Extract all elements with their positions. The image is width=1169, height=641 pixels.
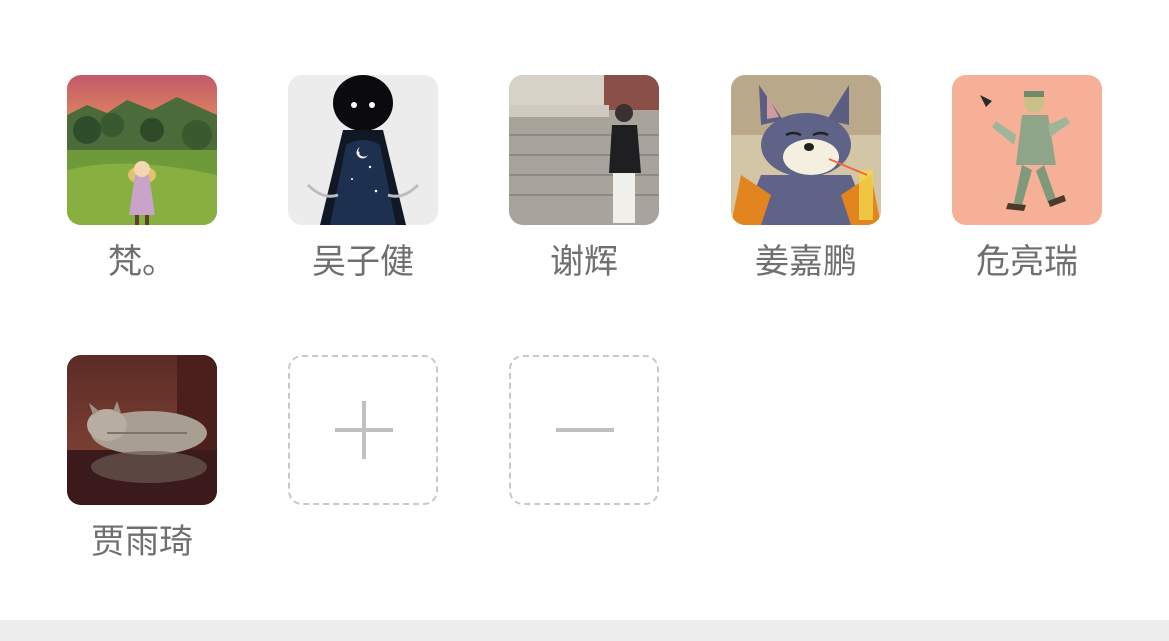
minus-icon	[556, 428, 614, 432]
member-tile[interactable]: 危亮瑞	[952, 75, 1102, 285]
member-name: 危亮瑞	[976, 242, 1078, 282]
bottom-divider-bar	[0, 620, 1169, 641]
illustrated-figure-peach-avatar[interactable]	[952, 75, 1102, 225]
silhouette-starry-sky-avatar[interactable]	[288, 75, 438, 225]
member-name: 贾雨琦	[91, 522, 193, 562]
add-member-button[interactable]	[288, 355, 438, 505]
sleeping-cat-avatar[interactable]	[67, 355, 217, 505]
member-name: 姜嘉鹏	[755, 242, 857, 282]
person-by-stone-wall-avatar[interactable]	[509, 75, 659, 225]
remove-member-button[interactable]	[509, 355, 659, 505]
member-name: 梵。	[108, 242, 176, 282]
group-members-grid: 梵。 吴子健 谢辉 姜嘉鹏 危亮瑞 贾雨琦	[0, 0, 1169, 620]
member-name: 谢辉	[550, 242, 618, 282]
member-tile[interactable]: 谢辉	[509, 75, 659, 285]
anime-girl-meadow-sunset-avatar[interactable]	[67, 75, 217, 225]
member-tile[interactable]: 贾雨琦	[67, 355, 217, 565]
member-name: 吴子健	[312, 242, 414, 282]
member-tile[interactable]: 姜嘉鹏	[731, 75, 881, 285]
plus-icon	[335, 401, 393, 459]
member-tile[interactable]: 梵。	[67, 75, 217, 285]
cartoon-cat-drinking-avatar[interactable]	[731, 75, 881, 225]
member-tile[interactable]: 吴子健	[288, 75, 438, 285]
